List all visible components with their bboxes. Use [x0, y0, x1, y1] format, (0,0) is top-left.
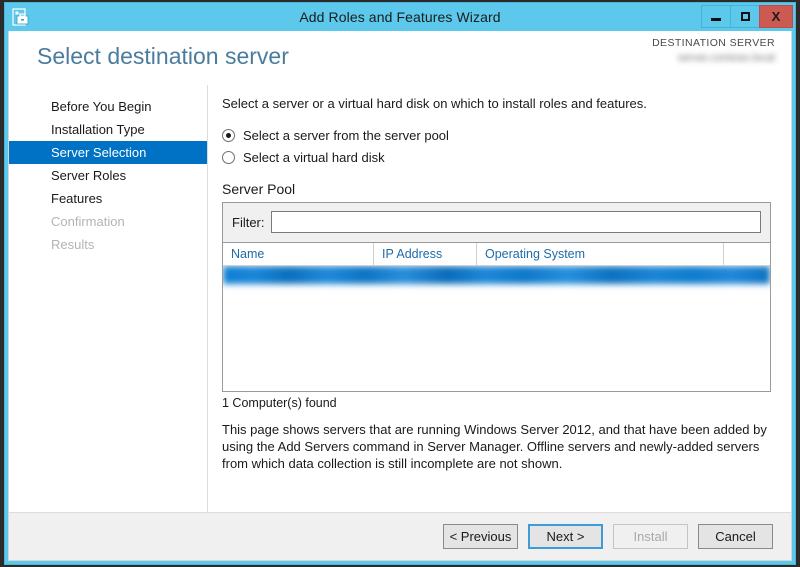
radio-virtual-hard-disk[interactable]: Select a virtual hard disk	[222, 147, 771, 167]
destination-server-label: DESTINATION SERVER	[652, 37, 775, 49]
destination-server-value: server.contoso.local	[677, 52, 775, 64]
table-row[interactable]	[223, 266, 770, 284]
grid-column-name[interactable]: Name	[223, 243, 374, 265]
intro-text: Select a server or a virtual hard disk o…	[222, 96, 647, 111]
server-pool-heading: Server Pool	[222, 181, 296, 197]
previous-button[interactable]: < Previous	[443, 524, 518, 549]
grid-column-operating-system[interactable]: Operating System	[477, 243, 724, 265]
sidebar-item-installation-type[interactable]: Installation Type	[9, 118, 207, 141]
content-row: Before You Begin Installation Type Serve…	[9, 85, 791, 512]
minimize-button[interactable]	[701, 5, 731, 28]
grid-column-extra[interactable]	[724, 243, 770, 265]
grid-header-row: Name IP Address Operating System	[223, 243, 770, 266]
grid-column-ip-address[interactable]: IP Address	[374, 243, 477, 265]
sidebar-item-results: Results	[51, 237, 95, 252]
main-panel: Select a server or a virtual hard disk o…	[208, 85, 791, 512]
computers-found-text: 1 Computer(s) found	[222, 396, 337, 410]
filter-label: Filter:	[232, 214, 265, 230]
radio-server-pool-icon[interactable]	[222, 128, 235, 142]
client-area: Select destination server DESTINATION SE…	[8, 31, 792, 561]
sidebar-item-before-you-begin[interactable]: Before You Begin	[9, 95, 207, 118]
footer-button-bar: < Previous Next > Install Cancel	[9, 512, 791, 560]
server-wizard-icon	[11, 7, 31, 27]
radio-virtual-hard-disk-icon[interactable]	[222, 150, 235, 164]
close-button[interactable]: X	[759, 5, 793, 28]
server-pool-grid[interactable]: Name IP Address Operating System	[222, 242, 771, 392]
page-title: Select destination server	[37, 43, 289, 69]
radio-server-pool[interactable]: Select a server from the server pool	[222, 125, 771, 145]
window-title: Add Roles and Features Wizard	[299, 9, 501, 25]
radio-virtual-hard-disk-label: Select a virtual hard disk	[243, 149, 385, 165]
radio-server-pool-label: Select a server from the server pool	[243, 127, 449, 143]
page-description: This page shows servers that are running…	[222, 422, 767, 471]
sidebar-item-server-selection[interactable]: Server Selection	[9, 141, 207, 164]
filter-bar: Filter:	[222, 202, 771, 242]
next-button[interactable]: Next >	[528, 524, 603, 549]
sidebar-item-confirmation: Confirmation	[51, 214, 125, 229]
install-button: Install	[613, 524, 688, 549]
minimize-icon	[711, 17, 721, 21]
maximize-icon	[740, 12, 750, 21]
filter-input[interactable]	[270, 211, 761, 233]
wizard-nav-sidebar: Before You Begin Installation Type Serve…	[9, 85, 208, 512]
sidebar-item-features[interactable]: Features	[9, 187, 207, 210]
maximize-button[interactable]	[730, 5, 760, 28]
destination-server-block: DESTINATION SERVER server.contoso.local	[652, 37, 775, 64]
title-bar: Add Roles and Features Wizard X	[5, 3, 795, 31]
cancel-button[interactable]: Cancel	[698, 524, 773, 549]
window-controls: X	[701, 5, 793, 28]
sidebar-item-server-roles[interactable]: Server Roles	[9, 164, 207, 187]
wizard-window: Add Roles and Features Wizard X Select d…	[4, 2, 796, 565]
grid-body	[223, 266, 770, 391]
page-header: Select destination server DESTINATION SE…	[9, 31, 791, 85]
